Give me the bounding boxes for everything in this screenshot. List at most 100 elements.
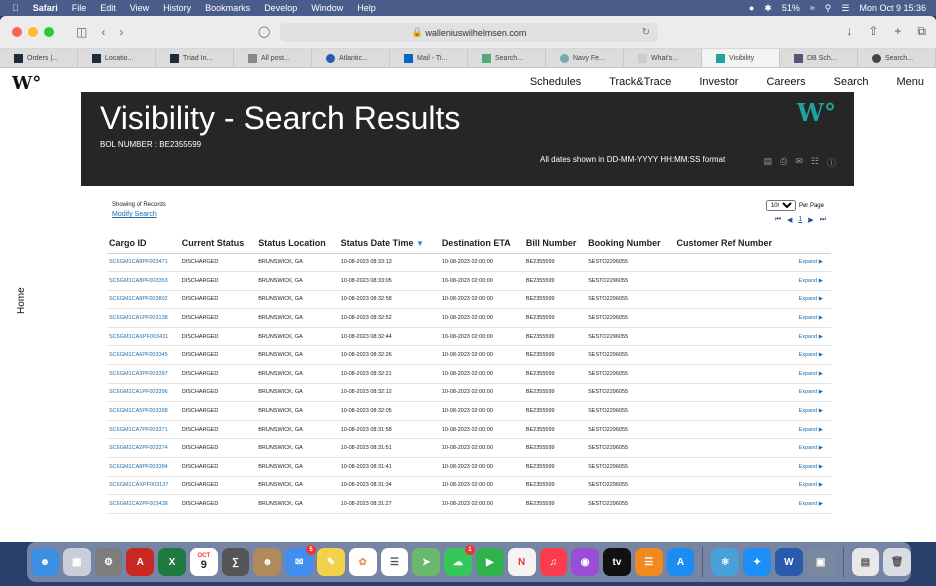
col-cargo-id[interactable]: Cargo ID — [107, 234, 180, 254]
tab-overview-icon[interactable]: ⧉ — [917, 24, 926, 39]
menu-view[interactable]: View — [130, 3, 149, 13]
browser-tab[interactable]: Triad In... — [156, 49, 234, 67]
battery-level[interactable]: 51% — [782, 3, 800, 13]
expand-button[interactable]: Expand ▶ — [790, 383, 831, 403]
calculator-icon[interactable]: ∑ — [221, 548, 250, 576]
save-icon[interactable]: ▤ — [764, 156, 773, 169]
menu-file[interactable]: File — [72, 3, 87, 13]
first-page-icon[interactable]: ⏮ — [775, 216, 781, 224]
cell-cargo-id[interactable]: SC6GM1CA8PF003802 — [107, 290, 180, 310]
preview-icon[interactable]: ▣ — [806, 548, 835, 576]
nav-investor[interactable]: Investor — [699, 76, 738, 88]
browser-tab[interactable]: Mail - Ti... — [390, 49, 468, 67]
facetime-icon[interactable]: ▶ — [475, 548, 504, 576]
bluetooth-icon[interactable]: ✱ — [764, 3, 772, 14]
maps-icon[interactable]: ➤ — [412, 548, 441, 576]
export-icon[interactable]: ☷ — [811, 156, 819, 169]
new-tab-icon[interactable]: + — [894, 24, 901, 39]
prev-page-icon[interactable]: ◀ — [787, 216, 792, 224]
modify-search-link[interactable]: Modify Search — [112, 211, 157, 218]
zoom-window-button[interactable] — [44, 27, 54, 37]
nav-menu[interactable]: Menu — [896, 76, 924, 88]
col-customer-ref[interactable]: Customer Ref Number — [674, 234, 791, 254]
downloads-icon[interactable]: ↓ — [846, 24, 852, 39]
expand-button[interactable]: Expand ▶ — [790, 271, 831, 291]
browser-tab[interactable]: Search... — [468, 49, 546, 67]
expand-button[interactable]: Expand ▶ — [790, 420, 831, 440]
photos-icon[interactable]: ✿ — [348, 548, 377, 576]
menu-window[interactable]: Window — [311, 3, 343, 13]
col-bill-number[interactable]: Bill Number — [523, 234, 587, 254]
col-current-status[interactable]: Current Status — [179, 234, 257, 254]
finder-icon[interactable]: ☻ — [31, 548, 59, 576]
sort-desc-icon[interactable]: ▼ — [416, 239, 424, 248]
browser-tab[interactable]: Navy Fe... — [546, 49, 624, 67]
tv-icon[interactable]: tv — [603, 548, 631, 576]
cell-cargo-id[interactable]: SC6GM1CAXPF003431 — [107, 327, 180, 347]
menu-history[interactable]: History — [163, 3, 191, 13]
clock[interactable]: Mon Oct 9 15:36 — [859, 3, 926, 13]
reminders-icon[interactable]: ☰ — [380, 548, 409, 576]
browser-tab[interactable]: Orders |... — [0, 49, 78, 67]
acrobat-icon[interactable]: A — [126, 548, 155, 576]
sidebar-toggle-icon[interactable]: ◫ — [76, 25, 87, 39]
app-menu[interactable]: Safari — [33, 3, 58, 13]
menu-edit[interactable]: Edit — [100, 3, 116, 13]
control-center-icon[interactable]: ☰ — [841, 3, 849, 14]
forward-icon[interactable]: › — [119, 25, 123, 39]
last-page-icon[interactable]: ⏭ — [820, 216, 826, 224]
podcasts-icon[interactable]: ◉ — [571, 548, 600, 576]
cell-cargo-id[interactable]: SC6GM1CA1PF003396 — [107, 383, 180, 403]
nav-schedules[interactable]: Schedules — [530, 76, 581, 88]
browser-tab[interactable]: DB Sch... — [780, 49, 858, 67]
contacts-icon[interactable]: ☻ — [253, 548, 282, 576]
menu-develop[interactable]: Develop — [264, 3, 297, 13]
cell-cargo-id[interactable]: SC6GM1CA5PF003398 — [107, 401, 180, 421]
home-side-link[interactable]: Home — [16, 287, 27, 314]
nav-search[interactable]: Search — [834, 76, 869, 88]
messages-icon[interactable]: ☁ 1 — [444, 545, 475, 576]
cell-cargo-id[interactable]: SC6GM1CA1PF003138 — [107, 308, 180, 328]
word-icon[interactable]: W — [774, 548, 803, 576]
expand-button[interactable]: Expand ▶ — [790, 401, 831, 421]
privacy-shield-icon[interactable]: ◯ — [258, 25, 270, 38]
mail-icon[interactable]: ✉ 5 — [285, 545, 317, 576]
menu-help[interactable]: Help — [357, 3, 376, 13]
expand-button[interactable]: Expand ▶ — [790, 345, 831, 366]
col-destination-eta[interactable]: Destination ETA — [439, 234, 524, 254]
news-icon[interactable]: N — [507, 548, 536, 576]
email-icon[interactable]: ✉ — [795, 156, 803, 169]
search-icon[interactable]: ⚲ — [825, 3, 832, 14]
browser-tab[interactable]: What's... — [624, 49, 702, 67]
address-bar[interactable]: 🔒 walleniuswilhelmsen.com ↻ — [280, 23, 658, 42]
per-page-select[interactable]: 1000 — [765, 200, 796, 211]
expand-button[interactable]: Expand ▶ — [790, 327, 831, 347]
books-icon[interactable]: ☰ — [634, 548, 663, 576]
nav-careers[interactable]: Careers — [766, 76, 805, 88]
cell-cargo-id[interactable]: SC6GM1CA8PF003384 — [107, 457, 180, 477]
launchpad-icon[interactable]: ▦ — [62, 548, 91, 576]
cell-cargo-id[interactable]: SC6GM1CA6PF003345 — [107, 345, 180, 366]
browser-tab[interactable]: Atlantic... — [312, 49, 390, 67]
col-status-location[interactable]: Status Location — [256, 234, 339, 254]
wifi-icon[interactable]: ≈ — [810, 3, 815, 13]
app-store-icon[interactable]: A — [666, 548, 695, 576]
reload-icon[interactable]: ↻ — [642, 27, 650, 38]
cell-cargo-id[interactable]: SC6GM1CA2PF003374 — [107, 438, 180, 459]
site-logo[interactable]: W° — [12, 73, 41, 94]
expand-button[interactable]: Expand ▶ — [790, 438, 831, 459]
cell-cargo-id[interactable]: SC6GM1CA2PF003438 — [107, 494, 180, 514]
expand-button[interactable]: Expand ▶ — [790, 290, 831, 310]
help-icon[interactable]: ⓘ — [827, 156, 836, 169]
trash-icon[interactable]: 🗑 — [883, 548, 912, 576]
share-icon[interactable]: ⇧ — [868, 24, 878, 39]
cell-cargo-id[interactable]: SC6GM1CAXPF003137 — [107, 476, 180, 496]
minimize-window-button[interactable] — [28, 27, 38, 37]
print-icon[interactable]: ⎙ — [780, 156, 787, 169]
expand-button[interactable]: Expand ▶ — [790, 308, 831, 328]
system-preferences-icon[interactable]: ⚙ — [94, 548, 123, 576]
current-page[interactable]: 1 — [798, 216, 802, 224]
browser-tab-active[interactable]: Visibility — [702, 49, 780, 67]
network-icon[interactable]: ⚛ — [711, 548, 740, 576]
cell-cargo-id[interactable]: SC6GM1CA7PF003371 — [107, 420, 180, 440]
